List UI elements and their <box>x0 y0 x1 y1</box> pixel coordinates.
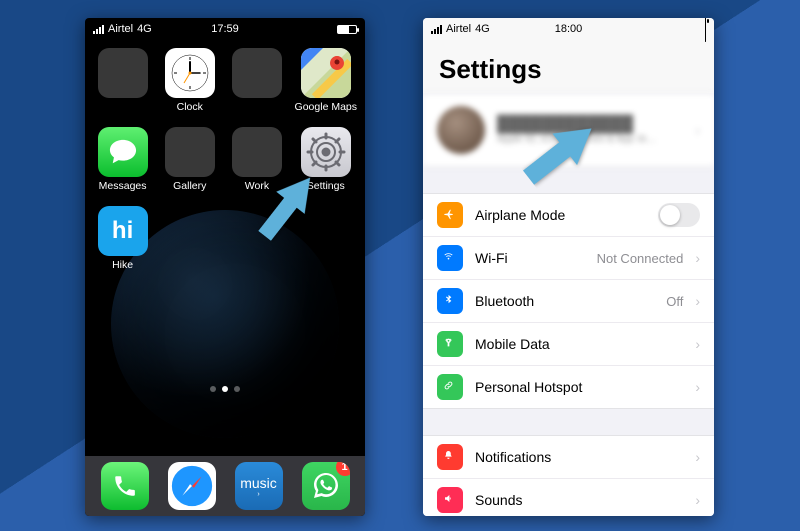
dock: music › 1 <box>85 456 365 516</box>
chevron-right-icon: › <box>695 336 700 352</box>
row-label: Airplane Mode <box>475 207 646 223</box>
app-label: Settings <box>307 180 345 192</box>
settings-row-mobile-data[interactable]: Mobile Data › <box>423 323 714 366</box>
row-label: Wi-Fi <box>475 250 585 266</box>
app-label: Gallery <box>173 180 206 192</box>
sound-icon <box>437 487 463 513</box>
settings-row-airplane-mode[interactable]: Airplane Mode <box>423 194 714 237</box>
chevron-right-icon: › <box>695 379 700 395</box>
wifi-icon <box>437 245 463 271</box>
settings-icon <box>301 127 351 177</box>
app-google-maps[interactable]: Google Maps <box>295 48 357 113</box>
app-label: Hike <box>112 259 133 271</box>
bell-icon <box>437 444 463 470</box>
chevron-right-icon: › <box>695 250 700 266</box>
apple-id-row[interactable]: ████████████ Apple ID, iCloud, iTunes & … <box>423 93 714 167</box>
folder-icon <box>98 48 148 98</box>
messages-icon <box>98 127 148 177</box>
settings-row-wi-fi[interactable]: Wi-Fi Not Connected › <box>423 237 714 280</box>
toggle-switch[interactable] <box>658 203 700 227</box>
chevron-right-icon: › <box>695 449 700 465</box>
clock-label: 18:00 <box>423 23 714 35</box>
link-icon <box>437 374 463 400</box>
row-label: Personal Hotspot <box>475 379 683 395</box>
antenna-icon <box>437 331 463 357</box>
maps-icon <box>301 48 351 98</box>
app-clock[interactable]: Clock <box>160 48 219 113</box>
avatar <box>437 106 485 154</box>
dock-phone[interactable] <box>101 462 149 510</box>
folder-icon <box>165 127 215 177</box>
page-title: Settings <box>423 40 714 93</box>
clock-label: 17:59 <box>85 23 365 35</box>
row-label: Notifications <box>475 449 683 465</box>
row-label: Mobile Data <box>475 336 683 352</box>
app-messages[interactable]: Messages <box>93 127 152 192</box>
settings-row-bluetooth[interactable]: Bluetooth Off › <box>423 280 714 323</box>
phone-settings-screen: Airtel 4G 18:00 Settings ████████████ Ap… <box>423 18 714 516</box>
folder-icon <box>232 48 282 98</box>
airplane-icon <box>437 202 463 228</box>
app-label: Work <box>245 180 269 192</box>
row-value: Off <box>666 294 683 309</box>
status-bar: Airtel 4G 17:59 <box>85 18 365 40</box>
hike-icon: hi <box>98 206 148 256</box>
dock-music[interactable]: music › <box>235 462 283 510</box>
settings-row-sounds[interactable]: Sounds › <box>423 479 714 516</box>
dock-safari[interactable] <box>168 462 216 510</box>
app-label: Google Maps <box>295 101 357 113</box>
app-hike[interactable]: hi Hike <box>93 206 152 271</box>
chevron-right-icon: › <box>695 293 700 309</box>
clock-icon <box>165 48 215 98</box>
app-folder-media[interactable] <box>93 48 152 113</box>
folder-icon <box>232 127 282 177</box>
row-value: Not Connected <box>597 251 684 266</box>
app-folder-util[interactable] <box>227 48 286 113</box>
battery-icon <box>705 18 706 42</box>
phone-home-screen: Airtel 4G 17:59 <box>85 18 365 516</box>
status-bar: Airtel 4G 18:00 <box>423 18 714 40</box>
app-settings[interactable]: Settings <box>295 127 357 192</box>
app-label: Clock <box>177 101 203 113</box>
account-subtitle: Apple ID, iCloud, iTunes & App St… <box>497 134 683 145</box>
music-label: music <box>240 475 277 491</box>
bluetooth-icon <box>437 288 463 314</box>
battery-icon <box>337 25 357 34</box>
account-name: ████████████ <box>497 116 683 134</box>
chevron-right-icon: › <box>695 122 700 138</box>
row-label: Sounds <box>475 492 683 508</box>
settings-group-alerts: Notifications › Sounds › <box>423 435 714 516</box>
settings-row-personal-hotspot[interactable]: Personal Hotspot › <box>423 366 714 408</box>
row-label: Bluetooth <box>475 293 654 309</box>
dock-whatsapp[interactable]: 1 <box>302 462 350 510</box>
app-gallery[interactable]: Gallery <box>160 127 219 192</box>
app-label: Messages <box>99 180 147 192</box>
page-indicator[interactable] <box>85 386 365 392</box>
app-work[interactable]: Work <box>227 127 286 192</box>
settings-row-notifications[interactable]: Notifications › <box>423 436 714 479</box>
chevron-right-icon: › <box>695 492 700 508</box>
settings-group-connectivity: Airplane ModeWi-FiNot Connected›Bluetoot… <box>423 193 714 409</box>
